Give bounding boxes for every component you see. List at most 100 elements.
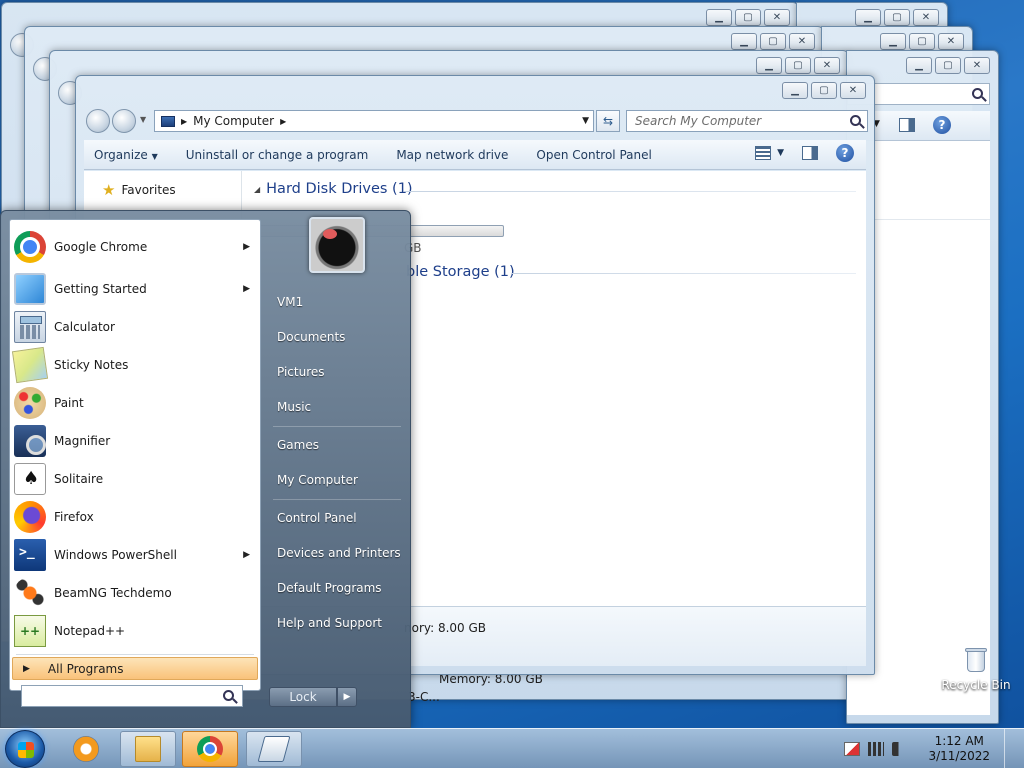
search-icon: [972, 88, 983, 99]
program-solitaire[interactable]: Solitaire: [12, 462, 258, 496]
view-controls: ▼ ?: [755, 144, 854, 162]
start-link-documents[interactable]: Documents: [277, 330, 345, 344]
recycle-bin[interactable]: Recycle Bin: [940, 646, 1012, 692]
help-icon[interactable]: ?: [933, 116, 951, 134]
program-magnifier[interactable]: Magnifier: [12, 424, 258, 458]
program-paint[interactable]: Paint: [12, 386, 258, 420]
clock-date: 3/11/2022: [928, 749, 990, 763]
start-link-default-programs[interactable]: Default Programs: [277, 581, 382, 595]
taskbar-chrome[interactable]: [182, 731, 238, 767]
taskbar-remote-desktop[interactable]: [246, 731, 302, 767]
organize-button[interactable]: Organize ▼: [94, 148, 158, 162]
program-notepad-plus-plus[interactable]: Notepad++: [12, 614, 258, 648]
maximize-button[interactable]: ▢: [760, 33, 786, 50]
lock-button[interactable]: Lock: [269, 687, 337, 707]
program-google-chrome[interactable]: Google Chrome ▶: [12, 230, 258, 264]
program-firefox[interactable]: Firefox: [12, 500, 258, 534]
maximize-button[interactable]: ▢: [785, 57, 811, 74]
submenu-arrow-icon[interactable]: ▶: [243, 242, 250, 252]
program-label: Solitaire: [54, 472, 104, 486]
start-link-games[interactable]: Games: [277, 438, 319, 452]
volume-icon[interactable]: [892, 742, 909, 756]
minimize-button[interactable]: ▁: [731, 33, 757, 50]
submenu-arrow-icon[interactable]: ▶: [243, 284, 250, 294]
breadcrumb-arrow-icon[interactable]: ▶: [280, 117, 286, 126]
taskbar-explorer[interactable]: [120, 731, 176, 767]
close-button[interactable]: ✕: [913, 9, 939, 26]
maximize-button[interactable]: ▢: [909, 33, 935, 50]
preview-pane-icon[interactable]: [802, 146, 818, 160]
start-link-pictures[interactable]: Pictures: [277, 365, 325, 379]
program-beamng-techdemo[interactable]: BeamNG Techdemo: [12, 576, 258, 610]
help-icon[interactable]: ?: [836, 144, 854, 162]
start-link-my-computer[interactable]: My Computer: [277, 473, 358, 487]
start-link-help-support[interactable]: Help and Support: [277, 616, 382, 630]
open-control-panel-button[interactable]: Open Control Panel: [536, 148, 651, 162]
search-icon: [850, 115, 861, 126]
preview-pane-icon[interactable]: [899, 118, 915, 132]
start-link-devices-printers[interactable]: Devices and Printers: [277, 546, 401, 560]
address-dropdown-icon[interactable]: ▼: [582, 116, 589, 126]
breadcrumb-arrow-icon[interactable]: ▶: [181, 117, 187, 126]
forward-button[interactable]: [112, 109, 136, 133]
minimize-button[interactable]: ▁: [782, 82, 808, 99]
user-avatar[interactable]: [309, 217, 365, 273]
chrome-icon: [14, 231, 46, 263]
memory-detail: nory: 8.00 GB: [404, 621, 487, 635]
show-desktop-button[interactable]: [1004, 729, 1016, 768]
maximize-button[interactable]: ▢: [884, 9, 910, 26]
uninstall-program-button[interactable]: Uninstall or change a program: [186, 148, 369, 162]
minimize-button[interactable]: ▁: [706, 9, 732, 26]
views-dropdown-icon: ▼: [777, 148, 784, 158]
star-icon: ★: [102, 181, 116, 199]
close-button[interactable]: ✕: [789, 33, 815, 50]
map-network-drive-button[interactable]: Map network drive: [396, 148, 508, 162]
start-link-music[interactable]: Music: [277, 400, 311, 414]
group-removable-storage[interactable]: ble Storage (1): [406, 264, 515, 280]
network-icon[interactable]: [868, 742, 885, 756]
change-view-button[interactable]: ▼: [755, 146, 784, 160]
close-button[interactable]: ✕: [814, 57, 840, 74]
start-divider: [273, 499, 401, 500]
address-bar[interactable]: ▶ My Computer ▶ ▼: [154, 110, 594, 132]
taskbar-media-player[interactable]: [58, 731, 114, 767]
submenu-arrow-icon[interactable]: ▶: [243, 550, 250, 560]
start-button[interactable]: [5, 730, 45, 768]
minimize-button[interactable]: ▁: [906, 57, 932, 74]
maximize-button[interactable]: ▢: [935, 57, 961, 74]
start-search-input[interactable]: [21, 685, 243, 707]
maximize-button[interactable]: ▢: [735, 9, 761, 26]
program-label: Getting Started: [54, 282, 147, 296]
program-sticky-notes[interactable]: Sticky Notes: [11, 346, 258, 384]
group-hard-disk-drives[interactable]: ◢ Hard Disk Drives (1): [254, 181, 413, 197]
back-button[interactable]: [86, 109, 110, 133]
close-button[interactable]: ✕: [938, 33, 964, 50]
minimize-button[interactable]: ▁: [855, 9, 881, 26]
calculator-icon: [14, 311, 46, 343]
start-link-user[interactable]: VM1: [277, 295, 303, 309]
action-center-flag-icon[interactable]: [844, 742, 861, 756]
shutdown-options-arrow-icon[interactable]: ▶: [337, 687, 357, 707]
system-tray: 1:12 AM 3/11/2022: [844, 729, 1016, 768]
clock[interactable]: 1:12 AM 3/11/2022: [928, 734, 990, 764]
close-button[interactable]: ✕: [964, 57, 990, 74]
search-input[interactable]: Search My Computer: [626, 110, 868, 132]
program-label: Paint: [54, 396, 84, 410]
minimize-button[interactable]: ▁: [880, 33, 906, 50]
refresh-button[interactable]: ⇆: [596, 110, 620, 132]
close-button[interactable]: ✕: [764, 9, 790, 26]
nav-item-favorites[interactable]: ★ Favorites: [102, 181, 176, 199]
program-calculator[interactable]: Calculator: [12, 310, 258, 344]
notepad-plus-plus-icon: [14, 615, 46, 647]
start-link-control-panel[interactable]: Control Panel: [277, 511, 357, 525]
recent-pages-chevron-icon[interactable]: ▼: [140, 115, 146, 124]
program-label: Calculator: [54, 320, 115, 334]
maximize-button[interactable]: ▢: [811, 82, 837, 99]
close-button[interactable]: ✕: [840, 82, 866, 99]
minimize-button[interactable]: ▁: [756, 57, 782, 74]
program-getting-started[interactable]: Getting Started ▶: [12, 272, 258, 306]
all-programs-button[interactable]: ▶ All Programs: [12, 657, 258, 680]
solitaire-icon: [14, 463, 46, 495]
window-controls: ▁ ▢ ✕: [756, 57, 840, 74]
program-windows-powershell[interactable]: Windows PowerShell ▶: [12, 538, 258, 572]
